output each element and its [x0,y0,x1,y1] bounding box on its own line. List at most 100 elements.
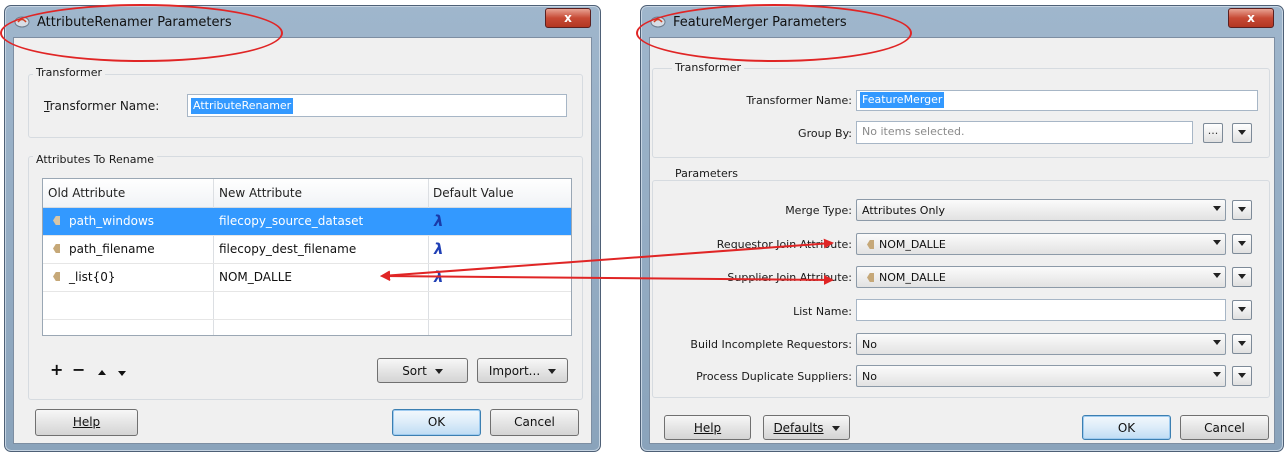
chevron-down-icon [1213,240,1221,245]
import-label: Import... [488,364,541,378]
sort-button[interactable]: Sort [377,358,468,383]
group-by-browse-button[interactable]: ... [1203,123,1223,143]
new-attribute-cell: NOM_DALLE [219,270,292,284]
cancel-label: Cancel [514,415,555,429]
attributerenamer-dialog: AttributeRenamer Parameters x Transforme… [4,5,601,452]
build-incomplete-menu-button[interactable] [1232,334,1252,354]
old-attribute-cell: _list{0} [69,270,116,284]
help-button[interactable]: Help [664,415,751,440]
column-default-value[interactable]: Default Value [433,186,514,200]
attribute-tag-icon [53,216,60,225]
table-row[interactable]: path_filename filecopy_dest_filename λ [43,236,571,264]
move-up-icon[interactable] [98,370,106,375]
supplier-join-value: NOM_DALLE [879,271,946,284]
sort-label: Sort [402,364,427,378]
chevron-down-icon [1238,373,1246,378]
chevron-down-icon [1213,372,1221,377]
ok-button[interactable]: OK [392,409,481,436]
supplier-join-menu-button[interactable] [1232,267,1252,287]
old-attribute-cell: path_filename [69,242,155,256]
table-row[interactable]: path_windows filecopy_source_dataset λ [43,208,571,236]
build-incomplete-value: No [862,338,877,351]
ok-label: OK [427,415,446,429]
build-incomplete-select[interactable]: No [856,333,1226,355]
chevron-down-icon [1238,207,1246,212]
transformer-group [652,68,1270,158]
group-by-input[interactable]: No items selected. [856,121,1193,144]
dialog-client-area: Transformer Transformer Name: AttributeR… [13,37,592,444]
transformer-name-label-rest: ransformer Name: [49,99,160,113]
attribute-tag-icon [53,244,60,253]
transformer-name-label: Transformer Name: [746,94,852,107]
add-row-icon[interactable]: + [50,360,63,379]
parameters-group-label: Parameters [672,167,741,180]
transformer-name-value: AttributeRenamer [191,98,294,114]
requestor-join-menu-button[interactable] [1232,234,1252,254]
list-name-input[interactable] [856,299,1226,321]
remove-row-icon[interactable]: − [72,360,85,379]
import-button[interactable]: Import... [477,358,568,383]
featuremerger-dialog: FeatureMerger Parameters x Transformer T… [640,5,1284,452]
transformer-name-value: FeatureMerger [860,92,945,108]
help-label: Help [72,415,101,429]
new-attribute-cell: filecopy_dest_filename [219,242,357,256]
old-attribute-cell: path_windows [69,214,155,228]
attributes-table[interactable]: Old Attribute New Attribute Default Valu… [42,178,572,336]
supplier-join-label: Supplier Join Attribute: [727,271,852,284]
new-attribute-cell: filecopy_source_dataset [219,214,364,228]
process-duplicate-label: Process Duplicate Suppliers: [696,370,852,383]
expression-icon[interactable]: λ [434,212,444,230]
merge-type-select[interactable]: Attributes Only [856,199,1226,221]
transformer-name-input[interactable]: FeatureMerger [856,90,1258,111]
list-name-menu-button[interactable] [1232,300,1252,320]
chevron-down-icon [1238,130,1246,135]
close-icon: x [564,11,572,25]
attribute-tag-icon [867,240,874,249]
cancel-button[interactable]: Cancel [1180,415,1269,440]
attribute-tag-icon [867,273,874,282]
annotation-circle-left-title [0,4,283,62]
requestor-join-select[interactable]: NOM_DALLE [856,233,1226,255]
chevron-down-icon [1213,273,1221,278]
process-duplicate-menu-button[interactable] [1232,366,1252,386]
chevron-down-icon [1238,274,1246,279]
chevron-down-icon [548,369,557,374]
table-row-empty[interactable] [43,292,571,320]
chevron-down-icon [831,426,840,431]
column-new-attribute[interactable]: New Attribute [219,186,302,200]
chevron-down-icon [1238,341,1246,346]
defaults-button[interactable]: Defaults [763,415,850,440]
build-incomplete-label: Build Incomplete Requestors: [690,338,852,351]
table-header: Old Attribute New Attribute Default Valu… [43,179,571,208]
column-old-attribute[interactable]: Old Attribute [48,186,125,200]
ellipsis-icon: ... [1207,124,1219,137]
expression-icon[interactable]: λ [434,268,444,286]
transformer-name-label: Transformer Name: [44,99,159,113]
ok-button[interactable]: OK [1082,415,1171,440]
group-by-menu-button[interactable] [1232,123,1252,143]
ok-label: OK [1117,421,1136,435]
chevron-down-icon [1238,241,1246,246]
dialog-client-area: Transformer Transformer Name: FeatureMer… [649,37,1275,444]
merge-type-label: Merge Type: [785,204,852,217]
transformer-group-label: Transformer [672,61,745,74]
chevron-down-icon [434,369,443,374]
move-down-icon[interactable] [118,371,126,376]
help-button[interactable]: Help [35,409,138,436]
expression-icon[interactable]: λ [434,240,444,258]
merge-type-menu-button[interactable] [1232,200,1252,220]
process-duplicate-select[interactable]: No [856,365,1226,387]
group-by-placeholder: No items selected. [862,125,965,138]
close-icon: x [1247,11,1255,25]
chevron-down-icon [1213,206,1221,211]
table-row[interactable]: _list{0} NOM_DALLE λ [43,264,571,292]
help-label: Help [693,421,722,435]
close-button[interactable]: x [545,8,591,28]
supplier-join-select[interactable]: NOM_DALLE [856,266,1226,288]
close-button[interactable]: x [1228,8,1274,28]
transformer-group-label: Transformer [33,66,106,79]
cancel-button[interactable]: Cancel [490,409,579,436]
transformer-name-input[interactable]: AttributeRenamer [187,94,567,117]
chevron-down-icon [1213,340,1221,345]
defaults-label: Defaults [773,421,824,435]
